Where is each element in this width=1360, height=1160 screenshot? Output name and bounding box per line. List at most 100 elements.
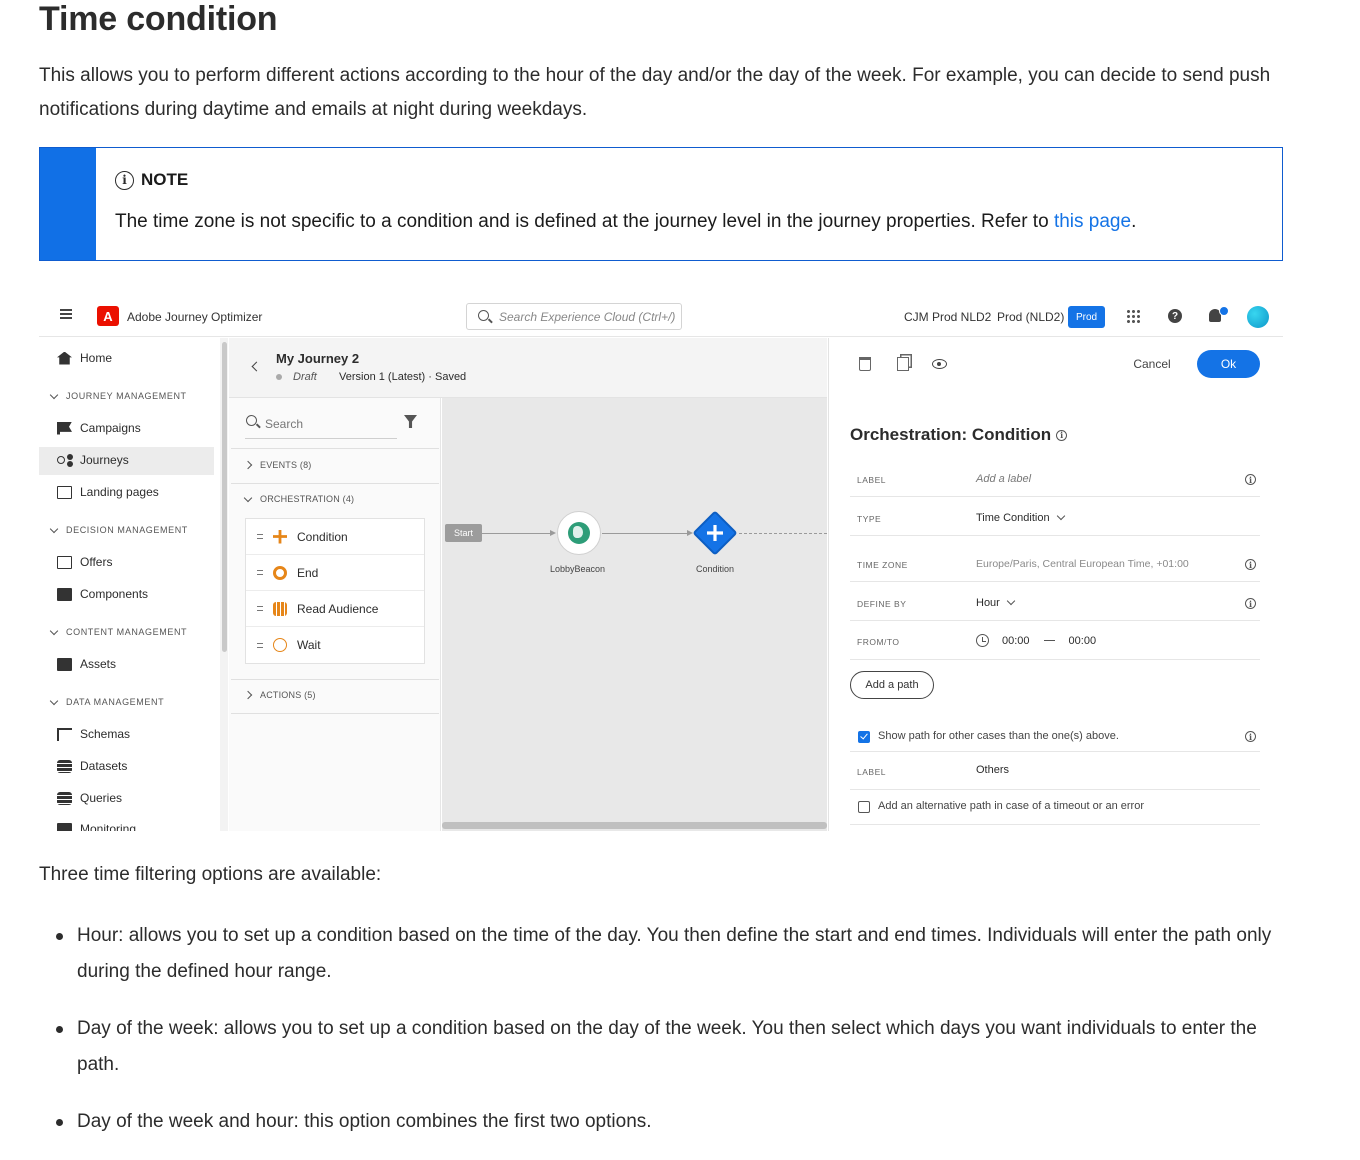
drag-handle-icon[interactable]: [257, 606, 263, 611]
home-icon: [57, 351, 72, 365]
nav-item-assets[interactable]: Assets: [57, 657, 116, 671]
divider: [231, 448, 439, 449]
nav-item-landing-pages[interactable]: Landing pages: [57, 485, 159, 499]
nav-item-queries[interactable]: Queries: [57, 791, 122, 805]
event-node-lobbybeacon[interactable]: [557, 511, 601, 555]
duplicate-icon[interactable]: [897, 357, 909, 371]
dashed-edge: [739, 533, 827, 534]
drag-handle-icon[interactable]: [257, 570, 263, 575]
other-path-label-input[interactable]: Others: [976, 764, 1009, 776]
back-chevron-icon[interactable]: [251, 361, 262, 372]
add-path-button[interactable]: Add a path: [850, 671, 934, 699]
nav-item-journeys[interactable]: Journeys: [57, 453, 129, 467]
type-dropdown[interactable]: Time Condition: [976, 511, 1065, 524]
note-text: The time zone is not specific to a condi…: [115, 211, 1136, 233]
nav-section-title: JOURNEY MANAGEMENT: [66, 391, 187, 401]
global-search-input[interactable]: Search Experience Cloud (Ctrl+/): [466, 303, 682, 330]
info-icon[interactable]: i: [1056, 429, 1068, 441]
info-icon[interactable]: i: [1245, 731, 1256, 742]
avatar[interactable]: [1247, 306, 1269, 328]
info-icon[interactable]: i: [1245, 598, 1256, 609]
apps-grid-icon[interactable]: [1126, 309, 1140, 323]
adobe-logo-icon: A: [97, 306, 119, 326]
palette-search-input[interactable]: Search: [245, 412, 397, 439]
show-other-path-checkbox[interactable]: [858, 731, 870, 743]
palette-category-orchestration[interactable]: ORCHESTRATION (4): [243, 493, 354, 504]
journey-canvas[interactable]: [442, 398, 827, 831]
journey-header: My Journey 2 Draft Version 1 (Latest) · …: [229, 338, 827, 398]
sandbox-switcher[interactable]: Prod (NLD2): [997, 310, 1064, 324]
nav-item-schemas[interactable]: Schemas: [57, 727, 130, 741]
chevron-right-icon: [243, 460, 253, 470]
global-search-placeholder: Search Experience Cloud (Ctrl+/): [499, 310, 676, 324]
palette-category-actions[interactable]: ACTIONS (5): [243, 690, 316, 700]
option-day-and-hour: Day of the week and hour: this option co…: [77, 1111, 652, 1132]
cancel-button[interactable]: Cancel: [1123, 351, 1181, 377]
nav-item-offers[interactable]: Offers: [57, 555, 112, 569]
nav-item-datasets[interactable]: Datasets: [57, 759, 127, 773]
notification-badge: [1219, 306, 1229, 316]
journey-title[interactable]: My Journey 2: [276, 351, 359, 366]
start-node[interactable]: Start: [445, 524, 482, 542]
info-icon[interactable]: i: [1245, 559, 1256, 570]
nav-item-components[interactable]: Components: [57, 587, 148, 601]
clock-icon[interactable]: [976, 634, 989, 647]
define-by-value: Hour: [976, 597, 1000, 609]
dataset-icon: [57, 759, 72, 773]
sidebar-scroll-thumb[interactable]: [222, 342, 227, 652]
canvas-scrollbar[interactable]: [442, 822, 827, 829]
divider: [850, 824, 1260, 825]
nav-item-monitoring[interactable]: Monitoring: [57, 822, 136, 831]
bullet: [56, 1119, 63, 1126]
nav-section-decision-management[interactable]: DECISION MANAGEMENT: [49, 524, 188, 535]
nav-label: Campaigns: [80, 421, 141, 435]
activity-condition[interactable]: Condition: [246, 519, 424, 555]
clock-icon: [273, 638, 287, 652]
nav-label: Offers: [80, 555, 113, 569]
chevron-right-icon: [243, 690, 253, 700]
timezone-field-label: TIME ZONE: [857, 560, 908, 570]
type-value: Time Condition: [976, 512, 1050, 524]
nav-section-title: DECISION MANAGEMENT: [66, 525, 188, 535]
activity-read-audience[interactable]: Read Audience: [246, 591, 424, 627]
alternative-path-checkbox[interactable]: [858, 801, 870, 813]
note-text-end: .: [1131, 211, 1137, 232]
app-name: Adobe Journey Optimizer: [127, 310, 263, 324]
activity-wait[interactable]: Wait: [246, 627, 424, 663]
nav-item-home[interactable]: Home: [57, 351, 112, 365]
other-path-label-field: LABEL: [857, 767, 886, 777]
palette-category-events[interactable]: EVENTS (8): [243, 460, 312, 470]
to-time-input[interactable]: 00:00: [1069, 635, 1097, 647]
hamburger-menu-icon[interactable]: [60, 309, 72, 319]
nav-section-content-management[interactable]: CONTENT MANAGEMENT: [49, 626, 187, 637]
eye-icon[interactable]: [932, 359, 947, 369]
chevron-down-icon: [49, 696, 59, 705]
label-input[interactable]: Add a label: [976, 473, 1031, 485]
chevron-down-icon: [49, 626, 59, 635]
divider: [850, 581, 1260, 582]
nav-item-campaigns[interactable]: Campaigns: [57, 421, 141, 435]
chevron-down-icon: [1006, 596, 1016, 606]
activity-end[interactable]: End: [246, 555, 424, 591]
help-icon[interactable]: ?: [1168, 309, 1182, 323]
from-time-input[interactable]: 00:00: [1002, 635, 1030, 647]
drag-handle-icon[interactable]: [257, 534, 263, 539]
page-title: Time condition: [39, 0, 278, 38]
nav-section-data-management[interactable]: DATA MANAGEMENT: [49, 696, 164, 707]
org-switcher[interactable]: CJM Prod NLD2: [904, 310, 991, 324]
divider: [850, 659, 1260, 660]
note-title: NOTE: [141, 170, 189, 189]
chevron-down-icon: [1056, 511, 1065, 521]
trash-icon[interactable]: [859, 357, 871, 371]
assets-icon: [57, 657, 72, 671]
drag-handle-icon[interactable]: [257, 642, 263, 648]
define-by-dropdown[interactable]: Hour: [976, 596, 1016, 609]
megaphone-icon: [57, 421, 72, 435]
info-icon[interactable]: i: [1245, 474, 1256, 485]
note-link[interactable]: this page: [1054, 211, 1131, 232]
query-icon: [57, 791, 72, 805]
sandbox-badge: Prod: [1068, 306, 1105, 328]
orchestration-activities: Condition End Read Audience Wait: [245, 518, 425, 664]
nav-section-journey-management[interactable]: JOURNEY MANAGEMENT: [49, 390, 187, 401]
ok-button[interactable]: Ok: [1197, 350, 1260, 378]
